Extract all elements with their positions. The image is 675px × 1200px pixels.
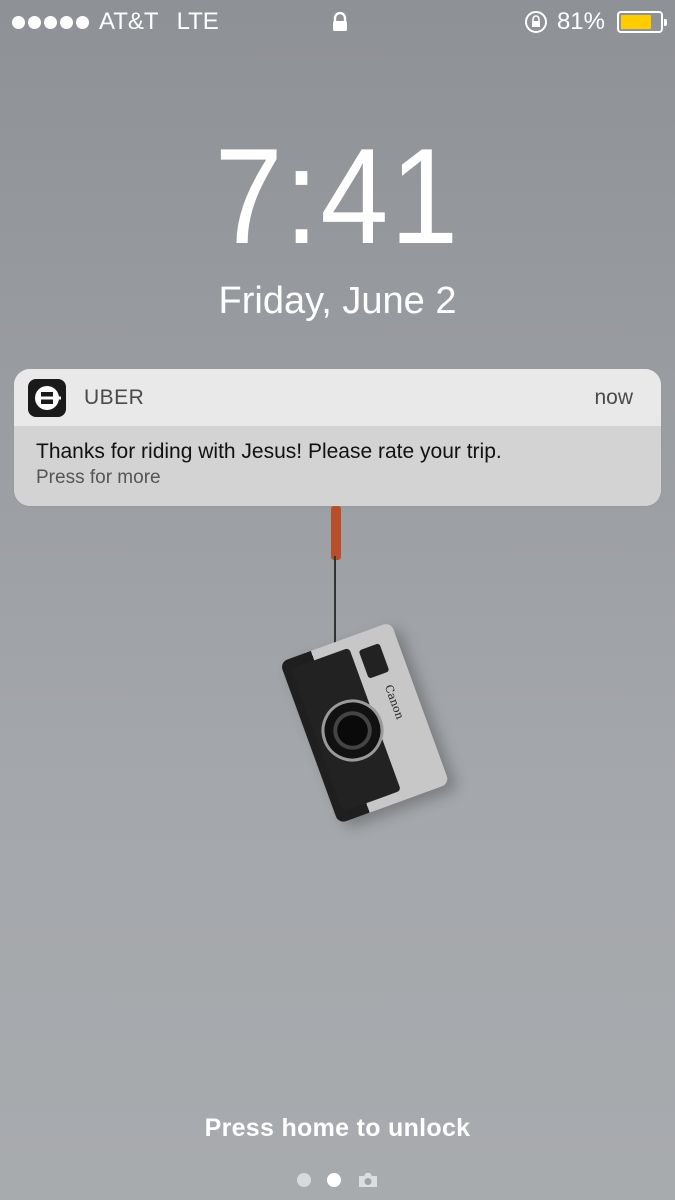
camera-icon[interactable]	[357, 1172, 379, 1188]
page-dot-icon[interactable]	[296, 1173, 311, 1187]
rotation-lock-icon	[524, 11, 547, 33]
battery-fill	[621, 15, 652, 29]
notification-subtext: Press for more	[36, 467, 161, 488]
uber-logo-icon	[28, 378, 66, 417]
status-left: AT&T LTE	[12, 8, 219, 36]
carrier-name: AT&T	[99, 8, 159, 35]
battery-percent: 81%	[556, 8, 605, 35]
notification-header: UBER now	[14, 369, 661, 426]
clock-time: 7:41	[214, 120, 461, 272]
signal-dots-icon	[12, 15, 89, 29]
status-right: 81%	[523, 8, 667, 36]
notification-body: Thanks for riding with Jesus! Please rat…	[14, 426, 661, 506]
page-dot-active-icon[interactable]	[326, 1173, 341, 1187]
lock-screen-clock: 7:41	[0, 128, 675, 265]
battery-icon	[617, 11, 667, 33]
notification-time: now	[594, 385, 633, 409]
wallpaper-camera: Canon	[279, 621, 450, 824]
page-indicator	[0, 1172, 675, 1188]
lock-screen-date: Friday, June 2	[218, 280, 457, 322]
padlock-icon	[333, 12, 347, 31]
camera-strap	[331, 506, 341, 560]
press-home-to-unlock: Press home to unlock	[204, 1114, 471, 1142]
network-type: LTE	[176, 8, 219, 35]
notification-message: Thanks for riding with Jesus! Please rat…	[36, 440, 502, 463]
notification-app-name: UBER	[84, 385, 145, 409]
uber-notification[interactable]: UBER now Thanks for riding with Jesus! P…	[14, 369, 661, 506]
